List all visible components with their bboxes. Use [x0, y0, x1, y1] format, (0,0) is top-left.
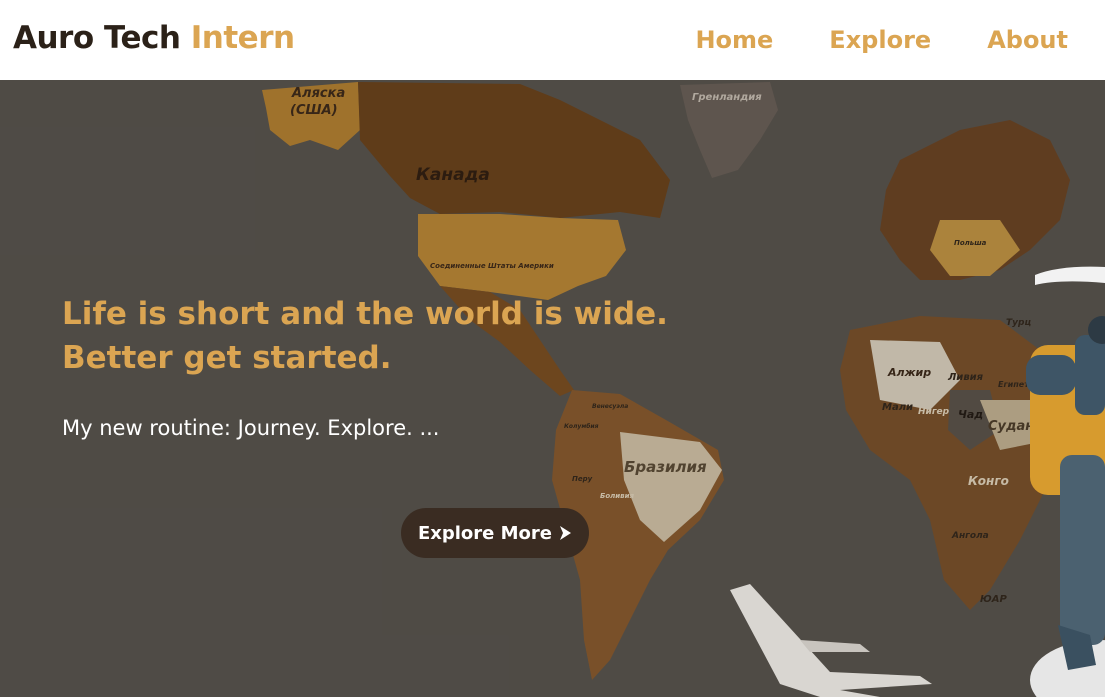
nav-link-home[interactable]: Home	[695, 26, 773, 54]
hero-subtitle: My new routine: Journey. Explore. ...	[62, 416, 440, 440]
nav-links: Home Explore About	[695, 26, 1068, 54]
top-navbar: Auro Tech Intern Home Explore About	[0, 0, 1105, 80]
chevron-right-icon	[560, 526, 572, 540]
brand-primary: Auro Tech	[13, 20, 181, 56]
brand-accent: Intern	[190, 20, 295, 56]
hero-headline: Life is short and the world is wide. Bet…	[62, 292, 668, 380]
hero-headline-line1: Life is short and the world is wide.	[62, 296, 668, 332]
brand-logo[interactable]: Auro Tech Intern	[13, 20, 295, 56]
nav-link-about[interactable]: About	[987, 26, 1068, 54]
explore-more-label: Explore More	[417, 522, 553, 544]
traveler-illustration	[1026, 266, 1105, 697]
hero-headline-line2: Better get started.	[62, 340, 392, 376]
explore-more-button[interactable]: Explore More	[401, 508, 589, 558]
nav-link-explore[interactable]: Explore	[829, 26, 931, 54]
hero-section: Аляска (США) Гренландия Канада Соединенн…	[0, 80, 1105, 697]
airplane-icon	[730, 584, 932, 697]
